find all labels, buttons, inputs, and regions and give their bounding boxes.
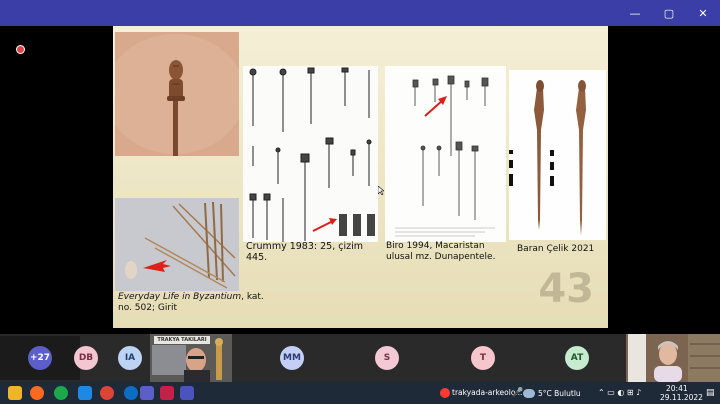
weather-status[interactable]: 5°C Bulutlu <box>538 389 581 398</box>
window-titlebar: — ▢ ✕ <box>0 0 720 26</box>
notifications-icon[interactable]: ▤ <box>706 388 715 398</box>
meeting-stage: Everyday Life in Byzantium, kat. no. 502… <box>0 26 720 334</box>
biro-pin-drawings <box>385 66 506 242</box>
crummy-pin-drawings <box>243 66 378 242</box>
close-button[interactable]: ✕ <box>686 0 720 26</box>
chrome-icon[interactable] <box>100 386 114 400</box>
window-controls: — ▢ ✕ <box>618 0 720 26</box>
word-icon[interactable] <box>78 386 92 400</box>
avatar-at: AT <box>565 346 589 370</box>
participant-tile-t[interactable]: T <box>443 336 523 380</box>
app-u-icon[interactable] <box>54 386 68 400</box>
avatar-mm: MM <box>280 346 304 370</box>
file-explorer-icon[interactable] <box>8 386 22 400</box>
caption-biro: Biro 1994, Macaristan ulusal mz. Dunapen… <box>386 241 496 262</box>
byzantium-pins-photo <box>115 198 239 291</box>
participant-tile-mm[interactable]: MM <box>252 336 332 380</box>
avatar-t: T <box>471 346 495 370</box>
caption-everyday-life: Everyday Life in Byzantium, kat. no. 502… <box>118 292 268 314</box>
participant-tile-at[interactable]: AT <box>537 336 617 380</box>
app-blue-icon[interactable] <box>124 386 138 400</box>
firefox-icon[interactable] <box>30 386 44 400</box>
celik-pins-photo <box>509 70 606 240</box>
app-red-icon[interactable] <box>160 386 174 400</box>
windows-taskbar: trakyada-arkeolo... 🎤 5°C Bulutlu ⌃ ▭ ◐ … <box>0 382 720 404</box>
avatar-ia: IA <box>118 346 142 370</box>
participant-tile-s[interactable]: S <box>347 336 427 380</box>
participant-video-speaker[interactable]: TRAKYA TAKILARI <box>150 334 232 382</box>
notification-badge-icon[interactable] <box>440 388 450 398</box>
weather-cloud-icon <box>523 389 535 398</box>
tray-icons[interactable]: ⌃ ▭ ◐ ⊞ ♪ <box>598 388 641 397</box>
caption-everyday-life-title: Everyday Life in Byzantium <box>118 292 242 302</box>
caption-celik: Baran Çelik 2021 <box>517 244 595 254</box>
microphone-icon[interactable]: 🎤 <box>512 388 523 398</box>
shared-slide: Everyday Life in Byzantium, kat. no. 502… <box>113 26 608 328</box>
bone-pin-bust-photo <box>115 32 239 156</box>
slide-number: 43 <box>538 266 594 312</box>
participant-strip: +27 DB IA TRAKYA TAKILARI MM S T AT <box>0 334 720 382</box>
participant-video-self[interactable] <box>626 334 720 382</box>
avatar-s: S <box>375 346 399 370</box>
clock-date[interactable]: 29.11.2022 <box>660 393 703 402</box>
minimize-button[interactable]: — <box>618 0 652 26</box>
recording-indicator-icon <box>16 45 25 54</box>
teams-icon[interactable] <box>140 386 154 400</box>
clock-time[interactable]: 20:41 <box>666 384 688 393</box>
teams-window-icon[interactable] <box>180 386 194 400</box>
maximize-button[interactable]: ▢ <box>652 0 686 26</box>
caption-crummy: Crummy 1983: 25, çizim 445. <box>246 241 363 263</box>
mouse-cursor-icon <box>378 186 384 195</box>
